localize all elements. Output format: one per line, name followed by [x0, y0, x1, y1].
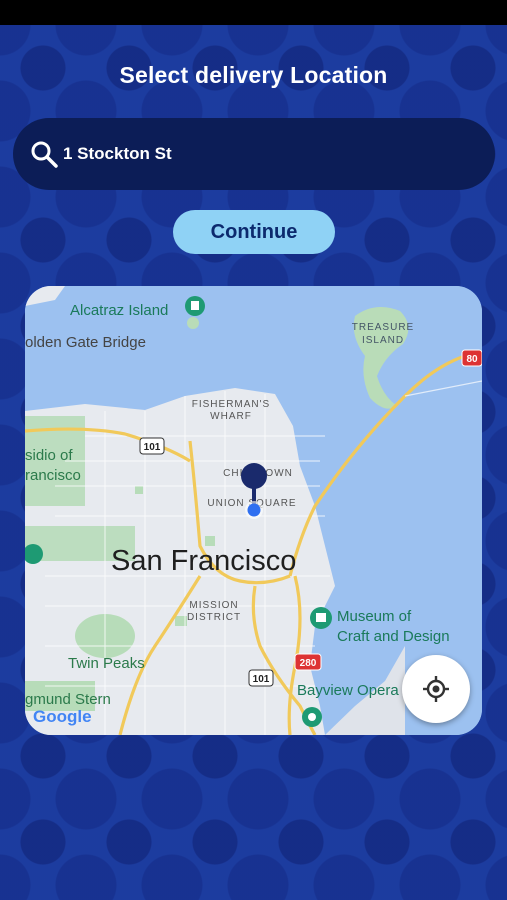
highway-101-label-b: 101	[253, 674, 270, 685]
map-label-museum-1: Museum of	[337, 608, 412, 625]
map-label-fishermans-2: WHARF	[210, 411, 252, 422]
highway-101-label-a: 101	[144, 442, 161, 453]
map-label-city: San Francisco	[111, 545, 296, 577]
map-label-museum-2: Craft and Design	[337, 628, 450, 645]
map-label-treasure-2: ISLAND	[362, 335, 404, 346]
map-label-golden-gate: olden Gate Bridge	[25, 334, 146, 351]
search-icon	[29, 139, 59, 169]
continue-button[interactable]: Continue	[173, 210, 335, 254]
page-title: Select delivery Location	[119, 62, 388, 88]
search-bar[interactable]: 1 Stockton St	[13, 118, 495, 190]
search-input[interactable]: 1 Stockton St	[63, 144, 172, 164]
map-label-fishermans-1: FISHERMAN'S	[192, 399, 270, 410]
map-label-mission-2: DISTRICT	[187, 612, 241, 623]
map-label-stern: gmund Stern	[25, 691, 111, 708]
map-label-alcatraz: Alcatraz Island	[70, 302, 168, 319]
poi-marker-alcatraz-icon	[185, 296, 205, 316]
google-logo: Google	[33, 707, 92, 726]
map-label-mission-1: MISSION	[189, 600, 238, 611]
map-label-treasure-1: TREASURE	[352, 322, 414, 333]
status-bar	[0, 0, 507, 25]
map-label-presidio-2: rancisco	[25, 467, 81, 484]
poi-marker-bayview-icon	[302, 707, 322, 727]
my-location-button[interactable]	[402, 655, 470, 723]
highway-280-label: 280	[300, 658, 317, 669]
highway-80-label: 80	[466, 354, 478, 365]
map-label-bayview: Bayview Opera	[297, 682, 399, 699]
map-label-twin-peaks: Twin Peaks	[68, 655, 145, 672]
crosshair-icon	[423, 676, 449, 702]
map-label-presidio-1: sidio of	[25, 447, 73, 464]
poi-marker-museum-icon	[310, 607, 332, 629]
